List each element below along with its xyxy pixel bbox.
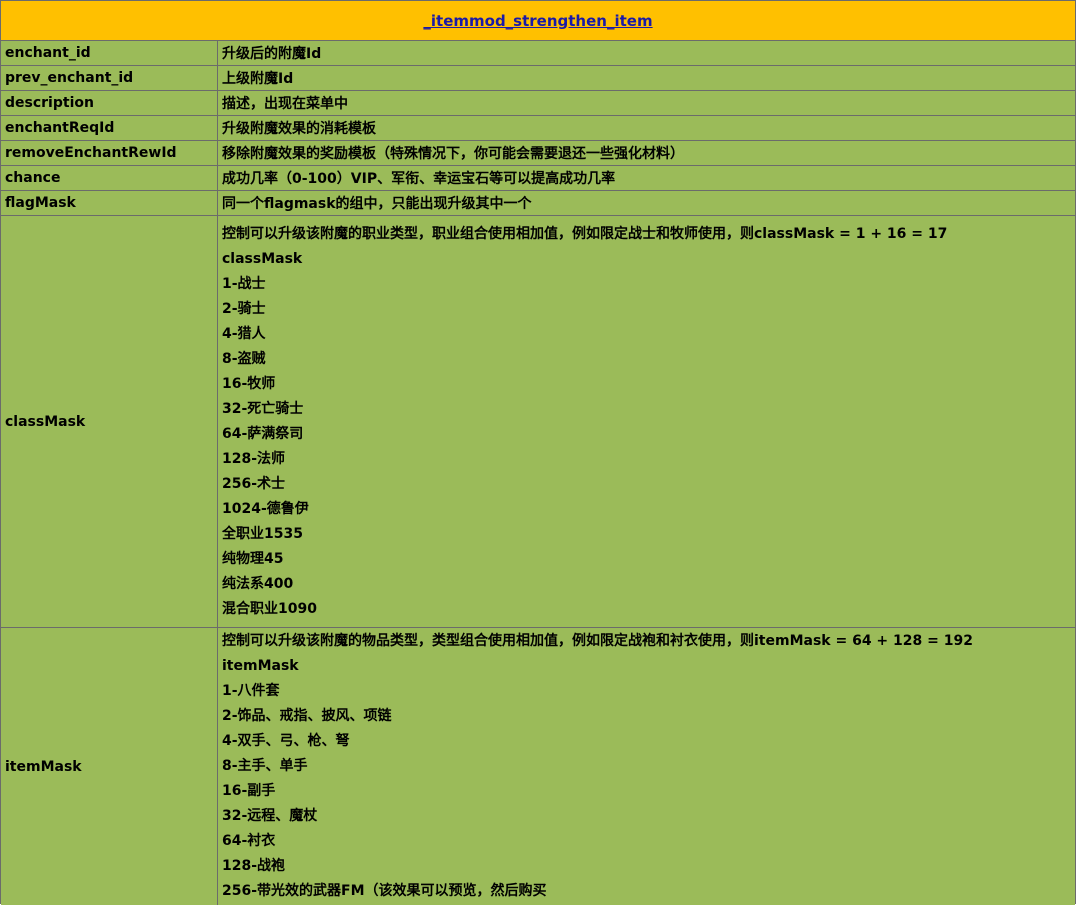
- table-row-flag-mask: flagMask 同一个flagmask的组中，只能出现升级其中一个: [1, 191, 1075, 216]
- class-mask-line: 纯物理45: [222, 551, 284, 567]
- row-value: 控制可以升级该附魔的职业类型，职业组合使用相加值，例如限定战士和牧师使用，则cl…: [222, 216, 1075, 627]
- row-value: 描述，出现在菜单中: [222, 96, 348, 112]
- class-mask-line: 256-术士: [222, 476, 286, 492]
- table-title: _itemmod_strengthen_item: [1, 1, 1075, 41]
- class-mask-line: 2-骑士: [222, 301, 266, 317]
- class-mask-line: classMask: [222, 251, 303, 267]
- item-mask-line: itemMask: [222, 658, 299, 674]
- class-mask-line: 32-死亡骑士: [222, 401, 304, 417]
- row-key: enchantReqId: [1, 116, 218, 140]
- table-row-enchant-req-id: enchantReqId 升级附魔效果的消耗模板: [1, 116, 1075, 141]
- row-key: flagMask: [1, 191, 218, 215]
- table-row-class-mask: classMask 控制可以升级该附魔的职业类型，职业组合使用相加值，例如限定战…: [1, 216, 1075, 628]
- row-value: 移除附魔效果的奖励模板（特殊情况下，你可能会需要退还一些强化材料）: [222, 146, 684, 162]
- table-row-chance: chance 成功几率（0-100）VIP、军衔、幸运宝石等可以提高成功几率: [1, 166, 1075, 191]
- item-mask-line: 256-带光效的武器FM（该效果可以预览，然后购买: [222, 883, 547, 899]
- table: _itemmod_strengthen_item enchant_id 升级后的…: [0, 0, 1076, 905]
- table-row-remove-enchant-rew-id: removeEnchantRewId 移除附魔效果的奖励模板（特殊情况下，你可能…: [1, 141, 1075, 166]
- row-value: 成功几率（0-100）VIP、军衔、幸运宝石等可以提高成功几率: [222, 171, 616, 187]
- item-mask-line: 16-副手: [222, 783, 276, 799]
- table-row-description: description 描述，出现在菜单中: [1, 91, 1075, 116]
- row-key: enchant_id: [1, 41, 218, 65]
- class-mask-line: 全职业1535: [222, 526, 303, 542]
- item-mask-line: 32-远程、魔杖: [222, 808, 318, 824]
- row-key: itemMask: [1, 628, 218, 905]
- item-mask-line: 128-战袍: [222, 858, 286, 874]
- row-value: 上级附魔Id: [222, 71, 294, 87]
- item-mask-line: 1-八件套: [222, 683, 280, 699]
- table-row-item-mask: itemMask 控制可以升级该附魔的物品类型，类型组合使用相加值，例如限定战袍…: [1, 628, 1075, 905]
- table-row-prev-enchant-id: prev_enchant_id 上级附魔Id: [1, 66, 1075, 91]
- table-row-enchant-id: enchant_id 升级后的附魔Id: [1, 41, 1075, 66]
- item-mask-line: 4-双手、弓、枪、弩: [222, 733, 350, 749]
- item-mask-line: 2-饰品、戒指、披风、项链: [222, 708, 392, 724]
- class-mask-line: 64-萨满祭司: [222, 426, 304, 442]
- row-key: classMask: [1, 216, 218, 627]
- class-mask-line: 控制可以升级该附魔的职业类型，职业组合使用相加值，例如限定战士和牧师使用，则cl…: [222, 226, 948, 242]
- class-mask-line: 1024-德鲁伊: [222, 501, 309, 517]
- row-key: removeEnchantRewId: [1, 141, 218, 165]
- row-key: description: [1, 91, 218, 115]
- row-value: 升级后的附魔Id: [222, 46, 322, 62]
- row-value: 控制可以升级该附魔的物品类型，类型组合使用相加值，例如限定战袍和衬衣使用，则it…: [222, 628, 1075, 905]
- item-mask-line: 控制可以升级该附魔的物品类型，类型组合使用相加值，例如限定战袍和衬衣使用，则it…: [222, 633, 973, 649]
- class-mask-line: 128-法师: [222, 451, 286, 467]
- row-value: 升级附魔效果的消耗模板: [222, 121, 376, 137]
- item-mask-line: 8-主手、单手: [222, 758, 308, 774]
- class-mask-line: 8-盗贼: [222, 351, 266, 367]
- row-key: chance: [1, 166, 218, 190]
- item-mask-line: 64-衬衣: [222, 833, 276, 849]
- class-mask-line: 16-牧师: [222, 376, 276, 392]
- class-mask-line: 混合职业1090: [222, 601, 317, 617]
- table-title-text: _itemmod_strengthen_item: [423, 11, 653, 30]
- class-mask-line: 纯法系400: [222, 576, 294, 592]
- row-key: prev_enchant_id: [1, 66, 218, 90]
- class-mask-line: 1-战士: [222, 276, 266, 292]
- class-mask-line: 4-猎人: [222, 326, 266, 342]
- row-value: 同一个flagmask的组中，只能出现升级其中一个: [222, 196, 532, 212]
